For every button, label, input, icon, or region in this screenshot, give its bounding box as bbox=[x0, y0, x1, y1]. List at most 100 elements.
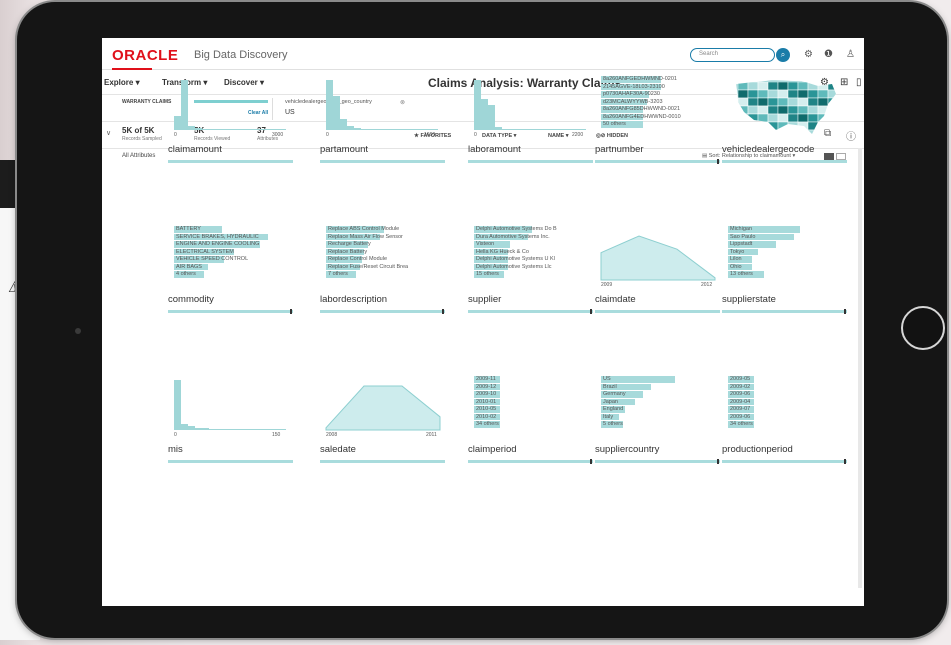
panel-icon[interactable]: ▯ bbox=[856, 77, 862, 88]
list-item[interactable]: 2009-06 bbox=[728, 413, 848, 422]
list-item[interactable]: 15 others bbox=[474, 271, 594, 279]
list-item[interactable]: Recharge Battery bbox=[326, 241, 446, 249]
list-item[interactable]: 2009-06 bbox=[728, 391, 848, 399]
map-state[interactable] bbox=[777, 81, 789, 91]
attribute-tile-labordescription[interactable]: Replace ABS Control Module Replace Mass A… bbox=[320, 226, 445, 346]
map-state[interactable] bbox=[827, 113, 838, 123]
map-state[interactable] bbox=[827, 97, 838, 107]
list-item[interactable]: Lilon bbox=[728, 256, 848, 264]
map-state[interactable] bbox=[757, 105, 769, 115]
attribute-name[interactable]: claimperiod bbox=[468, 444, 517, 455]
list-item[interactable]: 2009-04 bbox=[728, 398, 848, 407]
list-item[interactable]: 2009-07 bbox=[728, 406, 848, 414]
map-state[interactable] bbox=[807, 121, 819, 131]
map-state[interactable] bbox=[777, 105, 789, 115]
list-item[interactable]: Japan bbox=[601, 398, 721, 407]
user-icon[interactable]: ♙ bbox=[846, 49, 855, 60]
attribute-tile-productionperiod[interactable]: 2009-05 2009-02 2009-06 2009-04 2009-07 2009-… bbox=[722, 376, 847, 496]
map-state[interactable] bbox=[797, 113, 809, 123]
map-state[interactable] bbox=[807, 105, 819, 115]
attribute-tile-supplierstate[interactable]: Michigan Sao Paulo Lippstadt Tokyo Lilon Ohio… bbox=[722, 226, 847, 346]
map-state[interactable] bbox=[737, 105, 749, 115]
map-state[interactable] bbox=[777, 89, 789, 99]
map-state[interactable] bbox=[757, 129, 769, 138]
map-state[interactable] bbox=[817, 81, 829, 91]
list-item[interactable]: 2010-01 bbox=[474, 398, 594, 407]
list-item[interactable]: 5 others bbox=[601, 421, 721, 429]
list-item[interactable]: Visteon bbox=[474, 241, 594, 249]
map-state[interactable] bbox=[827, 105, 838, 115]
map-state[interactable] bbox=[747, 81, 759, 91]
map-state[interactable] bbox=[787, 105, 799, 115]
attribute-name[interactable]: laboramount bbox=[468, 144, 521, 155]
map-state[interactable] bbox=[777, 97, 789, 107]
list-item[interactable]: 2145AGVE-18L03-23100 bbox=[601, 83, 721, 92]
map-state[interactable] bbox=[737, 89, 749, 99]
map-state[interactable] bbox=[797, 129, 809, 138]
list-item[interactable]: 2009-11 bbox=[474, 376, 594, 384]
map-state[interactable] bbox=[747, 113, 759, 123]
attribute-name[interactable]: claimamount bbox=[168, 144, 222, 155]
list-item[interactable]: 2009-12 bbox=[474, 383, 594, 392]
list-item[interactable]: 2010-05 bbox=[474, 406, 594, 414]
list-item[interactable]: 2009-05 bbox=[728, 376, 848, 384]
map-state[interactable] bbox=[817, 129, 829, 138]
list-item[interactable]: AIR BAGS bbox=[174, 263, 294, 272]
list-item[interactable]: 2010-02 bbox=[474, 413, 594, 422]
map-state[interactable] bbox=[777, 129, 789, 138]
map-state[interactable] bbox=[757, 121, 769, 131]
attribute-tile-saledate[interactable]: 2008 2011 saledate bbox=[320, 376, 445, 496]
map-state[interactable] bbox=[737, 129, 749, 138]
list-item[interactable]: 8a260ANFGEDHWMND-0201 bbox=[601, 76, 721, 84]
list-item[interactable]: Hella KG Hueck & Co bbox=[474, 248, 594, 257]
list-item[interactable]: Ohio bbox=[728, 263, 848, 272]
map-state[interactable] bbox=[777, 121, 789, 131]
list-item[interactable]: p0730AHAF30A-90230 bbox=[601, 91, 721, 99]
attribute-name[interactable]: claimdate bbox=[595, 294, 636, 305]
map-state[interactable] bbox=[787, 89, 799, 99]
list-item[interactable]: Delphi Automotive Systems Do B bbox=[474, 226, 594, 234]
map-state[interactable] bbox=[787, 113, 799, 123]
map-state[interactable] bbox=[817, 89, 829, 99]
list-item[interactable]: 2009-02 bbox=[728, 383, 848, 392]
map-state[interactable] bbox=[747, 129, 759, 138]
list-item[interactable]: Delphi Automotive Systems U Kl bbox=[474, 256, 594, 264]
list-item[interactable]: 4 others bbox=[174, 271, 294, 279]
map-state[interactable] bbox=[827, 121, 838, 131]
list-item[interactable]: 34 others bbox=[728, 421, 848, 429]
attribute-tile-claimdate[interactable]: 2009 2012 claimdate bbox=[595, 226, 720, 346]
map-state[interactable] bbox=[817, 97, 829, 107]
map-state[interactable] bbox=[747, 121, 759, 131]
map-state[interactable] bbox=[757, 89, 769, 99]
map-state[interactable] bbox=[747, 89, 759, 99]
search-icon[interactable]: ⌕ bbox=[776, 48, 790, 62]
home-button[interactable] bbox=[901, 306, 945, 350]
attribute-tile-suppliercountry[interactable]: US Brazil Germany Japan England Italy 5 others… bbox=[595, 376, 720, 496]
map-state[interactable] bbox=[817, 121, 829, 131]
attribute-name[interactable]: supplierstate bbox=[722, 294, 776, 305]
nav-explore[interactable]: Explore ▾ bbox=[104, 78, 140, 87]
attribute-tile-mis[interactable]: 0 150 mis bbox=[168, 376, 293, 496]
list-item[interactable]: Replace Mass Air Flow Sensor bbox=[326, 233, 446, 242]
map-state[interactable] bbox=[797, 105, 809, 115]
attribute-name[interactable]: partamount bbox=[320, 144, 368, 155]
list-item[interactable]: ELECTRICAL SYSTEM bbox=[174, 248, 294, 257]
map-state[interactable] bbox=[797, 89, 809, 99]
attribute-tile-claimamount[interactable]: 0 3000 claimamount bbox=[168, 76, 293, 196]
map-state[interactable] bbox=[767, 129, 779, 138]
attribute-tile-partamount[interactable]: 0 1600 partamount bbox=[320, 76, 445, 196]
list-item[interactable]: d23MCALWYYWB-3203 bbox=[601, 98, 721, 107]
attribute-name[interactable]: partnumber bbox=[595, 144, 644, 155]
map-state[interactable] bbox=[807, 97, 819, 107]
list-item[interactable]: Italy bbox=[601, 413, 721, 422]
list-item[interactable]: Germany bbox=[601, 391, 721, 399]
map-state[interactable] bbox=[807, 129, 819, 138]
attribute-name[interactable]: mis bbox=[168, 444, 183, 455]
map-state[interactable] bbox=[767, 113, 779, 123]
map-state[interactable] bbox=[787, 129, 799, 138]
map-state[interactable] bbox=[767, 89, 779, 99]
attribute-tile-vehicledealergeocode[interactable]: vehicledealergeocode bbox=[722, 76, 847, 196]
list-item[interactable]: Lippstadt bbox=[728, 241, 848, 249]
map-state[interactable] bbox=[767, 97, 779, 107]
list-item[interactable]: 8a260ANFG4EDHWWND-0010 bbox=[601, 113, 721, 122]
